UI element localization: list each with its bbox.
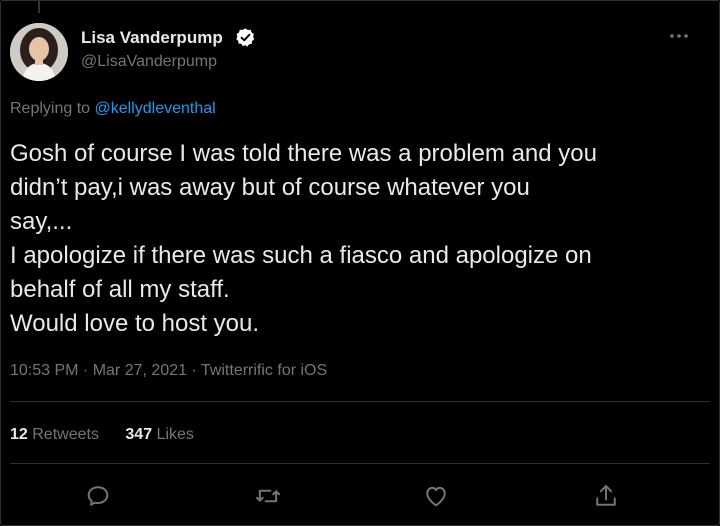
- thread-connector-line: [38, 1, 40, 13]
- tweet-metadata: 10:53 PM · Mar 27, 2021 · Twitterrific f…: [10, 362, 327, 380]
- tweet-text-line: Gosh of course I was told there was a pr…: [10, 140, 597, 167]
- tweet-date[interactable]: Mar 27, 2021: [93, 362, 187, 379]
- divider: [10, 401, 710, 402]
- tweet-card: Lisa Vanderpump @LisaVanderpump Replying…: [0, 0, 720, 526]
- avatar[interactable]: [10, 23, 68, 81]
- share-icon: [596, 485, 616, 506]
- reply-mention-link[interactable]: @kellydleventhal: [95, 100, 216, 117]
- likes-label: Likes: [152, 426, 194, 443]
- tweet-text: Gosh of course I was told there was a pr…: [10, 137, 700, 341]
- retweet-icon: [255, 489, 281, 503]
- reply-button[interactable]: [84, 482, 112, 510]
- tweet-text-line: Would love to host you.: [10, 310, 260, 337]
- likes-stat[interactable]: 347 Likes: [125, 426, 194, 443]
- retweets-label: Retweets: [27, 426, 99, 443]
- avatar-image: [10, 23, 68, 81]
- tweet-text-line: didn’t pay,i was away but of course what…: [10, 174, 530, 201]
- tweet-stats: 12 Retweets 347 Likes: [10, 426, 216, 444]
- tweet-text-line: say,...: [10, 208, 73, 235]
- replying-to: Replying to @kellydleventhal: [10, 100, 216, 118]
- reply-icon: [87, 486, 109, 506]
- verified-badge-icon: [236, 28, 255, 47]
- author-handle[interactable]: @LisaVanderpump: [81, 53, 217, 71]
- tweet-text-line: I apologize if there was such a fiasco a…: [10, 242, 592, 269]
- tweet-time[interactable]: 10:53 PM: [10, 362, 78, 379]
- tweet-text-line: behalf of all my staff.: [10, 276, 230, 303]
- meta-separator: ·: [186, 362, 201, 379]
- divider: [10, 463, 710, 464]
- heart-icon: [426, 486, 446, 507]
- meta-separator: ·: [78, 362, 93, 379]
- retweets-count: 12: [10, 426, 28, 443]
- more-horizontal-icon[interactable]: [665, 27, 693, 45]
- tweet-client-link[interactable]: Twitterrific for iOS: [201, 362, 327, 379]
- like-button[interactable]: [422, 482, 450, 510]
- replying-to-label: Replying to: [10, 100, 95, 117]
- retweet-button[interactable]: [254, 482, 282, 510]
- share-button[interactable]: [592, 482, 620, 510]
- retweets-stat[interactable]: 12 Retweets: [10, 426, 99, 443]
- author-name[interactable]: Lisa Vanderpump: [81, 28, 223, 48]
- likes-count: 347: [125, 426, 153, 443]
